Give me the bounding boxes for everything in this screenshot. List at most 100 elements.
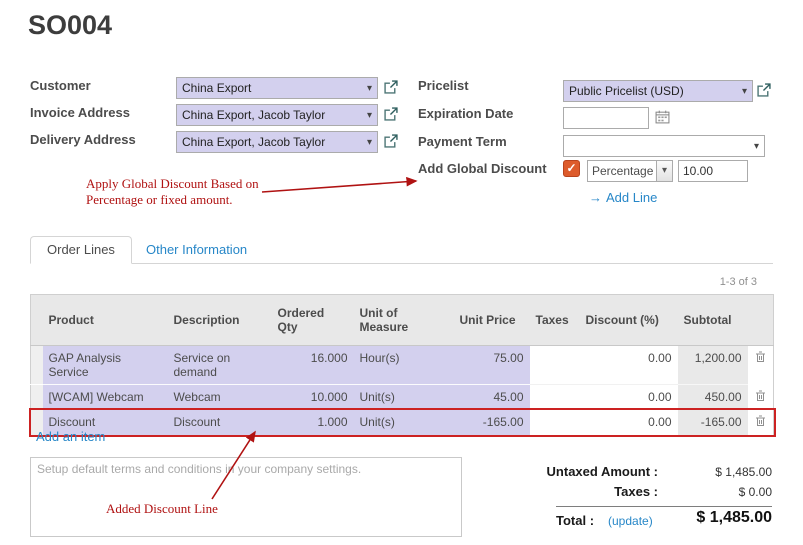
delete-row-button[interactable] xyxy=(748,410,774,436)
calendar-icon[interactable] xyxy=(655,110,670,129)
customer-select-value: China Export xyxy=(177,81,362,95)
external-link-icon[interactable] xyxy=(384,107,398,121)
total-value: $ 1,485.00 xyxy=(664,509,772,527)
pricelist-select-value: Public Pricelist (USD) xyxy=(564,84,737,98)
cell-uom[interactable]: Hour(s) xyxy=(354,346,454,385)
arrow-to-global-discount xyxy=(262,181,416,192)
arrow-right-icon: → xyxy=(589,190,602,205)
table-row-discount: Discount Discount 1.000 Unit(s) -165.00 … xyxy=(31,410,774,436)
cell-subtotal: 450.00 xyxy=(678,385,748,410)
annotation-global-discount: Apply Global Discount Based on Percentag… xyxy=(86,176,259,207)
cell-qty[interactable]: 1.000 xyxy=(272,410,354,436)
untaxed-amount-value: $ 1,485.00 xyxy=(664,465,772,479)
cell-taxes[interactable] xyxy=(530,346,580,385)
cell-discount[interactable]: 0.00 xyxy=(580,410,678,436)
taxes-label: Taxes : xyxy=(468,484,658,499)
cell-subtotal: -165.00 xyxy=(678,410,748,436)
external-link-icon[interactable] xyxy=(384,80,398,94)
col-ordered-qty: Ordered Qty xyxy=(272,295,354,346)
cell-price[interactable]: 75.00 xyxy=(454,346,530,385)
cell-description[interactable]: Webcam xyxy=(168,385,272,410)
expiration-date-label: Expiration Date xyxy=(418,106,568,121)
annotation-line: Percentage or fixed amount. xyxy=(86,192,259,208)
payment-term-select[interactable]: ▾ xyxy=(563,135,765,157)
add-line-label: Add Line xyxy=(606,190,657,205)
page-title: SO004 xyxy=(28,10,112,41)
chevron-down-icon: ▾ xyxy=(362,137,377,148)
total-label: Total : xyxy=(556,513,594,528)
cell-product[interactable]: [WCAM] Webcam xyxy=(43,385,168,410)
tab-other-information[interactable]: Other Information xyxy=(132,236,261,264)
col-unit-of-measure: Unit of Measure xyxy=(354,295,454,346)
sales-order-page: SO004 Customer China Export ▾ Invoice Ad… xyxy=(0,0,803,545)
cell-taxes[interactable] xyxy=(530,385,580,410)
cell-discount[interactable]: 0.00 xyxy=(580,385,678,410)
customer-label: Customer xyxy=(30,78,180,93)
col-taxes: Taxes xyxy=(530,295,580,346)
cell-discount[interactable]: 0.00 xyxy=(580,346,678,385)
cell-price[interactable]: -165.00 xyxy=(454,410,530,436)
row-handle[interactable] xyxy=(31,385,43,410)
delete-row-button[interactable] xyxy=(748,346,774,385)
cell-subtotal: 1,200.00 xyxy=(678,346,748,385)
col-unit-price: Unit Price xyxy=(454,295,530,346)
discount-amount-input[interactable] xyxy=(678,160,748,182)
order-lines-table: Product Description Ordered Qty Unit of … xyxy=(30,294,774,436)
expiration-date-input[interactable] xyxy=(563,107,649,129)
cell-taxes[interactable] xyxy=(530,410,580,436)
delivery-address-label: Delivery Address xyxy=(30,132,180,147)
trash-icon xyxy=(755,415,766,427)
cell-uom[interactable]: Unit(s) xyxy=(354,410,454,436)
pricelist-label: Pricelist xyxy=(418,78,568,93)
table-header-row: Product Description Ordered Qty Unit of … xyxy=(31,295,774,346)
chevron-down-icon: ▾ xyxy=(362,110,377,121)
table-row: [WCAM] Webcam Webcam 10.000 Unit(s) 45.0… xyxy=(31,385,774,410)
global-discount-checkbox[interactable]: ✓ xyxy=(563,160,580,177)
trash-icon xyxy=(755,351,766,363)
table-row: GAP Analysis Service Service on demand 1… xyxy=(31,346,774,385)
chevron-down-icon: ▾ xyxy=(362,83,377,94)
taxes-value: $ 0.00 xyxy=(664,485,772,499)
payment-term-label: Payment Term xyxy=(418,134,568,149)
pricelist-select[interactable]: Public Pricelist (USD) ▾ xyxy=(563,80,753,102)
tab-bar: Order Lines Other Information xyxy=(30,236,773,264)
add-global-discount-label: Add Global Discount xyxy=(418,161,568,176)
cell-qty[interactable]: 16.000 xyxy=(272,346,354,385)
trash-icon xyxy=(755,390,766,402)
annotation-discount-line: Added Discount Line xyxy=(106,501,218,517)
cell-description[interactable]: Discount xyxy=(168,410,272,436)
annotation-line: Apply Global Discount Based on xyxy=(86,176,259,192)
cell-uom[interactable]: Unit(s) xyxy=(354,385,454,410)
row-handle-header xyxy=(31,295,43,346)
tab-order-lines[interactable]: Order Lines xyxy=(30,236,132,264)
col-product: Product xyxy=(43,295,168,346)
col-description: Description xyxy=(168,295,272,346)
col-discount: Discount (%) xyxy=(580,295,678,346)
untaxed-amount-label: Untaxed Amount : xyxy=(468,464,658,479)
invoice-address-select[interactable]: China Export, Jacob Taylor ▾ xyxy=(176,104,378,126)
add-an-item-link[interactable]: Add an item xyxy=(36,429,105,444)
row-handle[interactable] xyxy=(31,346,43,385)
invoice-address-select-value: China Export, Jacob Taylor xyxy=(177,108,362,122)
col-subtotal: Subtotal xyxy=(678,295,748,346)
total-update-link[interactable]: (update) xyxy=(608,514,653,528)
customer-select[interactable]: China Export ▾ xyxy=(176,77,378,99)
pager: 1-3 of 3 xyxy=(720,276,757,288)
cell-price[interactable]: 45.00 xyxy=(454,385,530,410)
cell-qty[interactable]: 10.000 xyxy=(272,385,354,410)
external-link-icon[interactable] xyxy=(757,83,771,97)
totals-divider xyxy=(556,506,772,507)
add-line-link[interactable]: → Add Line xyxy=(589,190,657,205)
discount-type-select[interactable]: Percentage ▾ xyxy=(587,160,673,182)
external-link-icon[interactable] xyxy=(384,134,398,148)
delivery-address-select[interactable]: China Export, Jacob Taylor ▾ xyxy=(176,131,378,153)
discount-type-value: Percentage xyxy=(588,161,656,181)
delete-row-button[interactable] xyxy=(748,385,774,410)
chevron-down-icon: ▾ xyxy=(737,86,752,97)
chevron-down-icon: ▾ xyxy=(749,141,764,152)
col-delete xyxy=(748,295,774,346)
cell-description[interactable]: Service on demand xyxy=(168,346,272,385)
cell-product[interactable]: GAP Analysis Service xyxy=(43,346,168,385)
terms-textarea[interactable]: Setup default terms and conditions in yo… xyxy=(30,457,462,537)
invoice-address-label: Invoice Address xyxy=(30,105,180,120)
